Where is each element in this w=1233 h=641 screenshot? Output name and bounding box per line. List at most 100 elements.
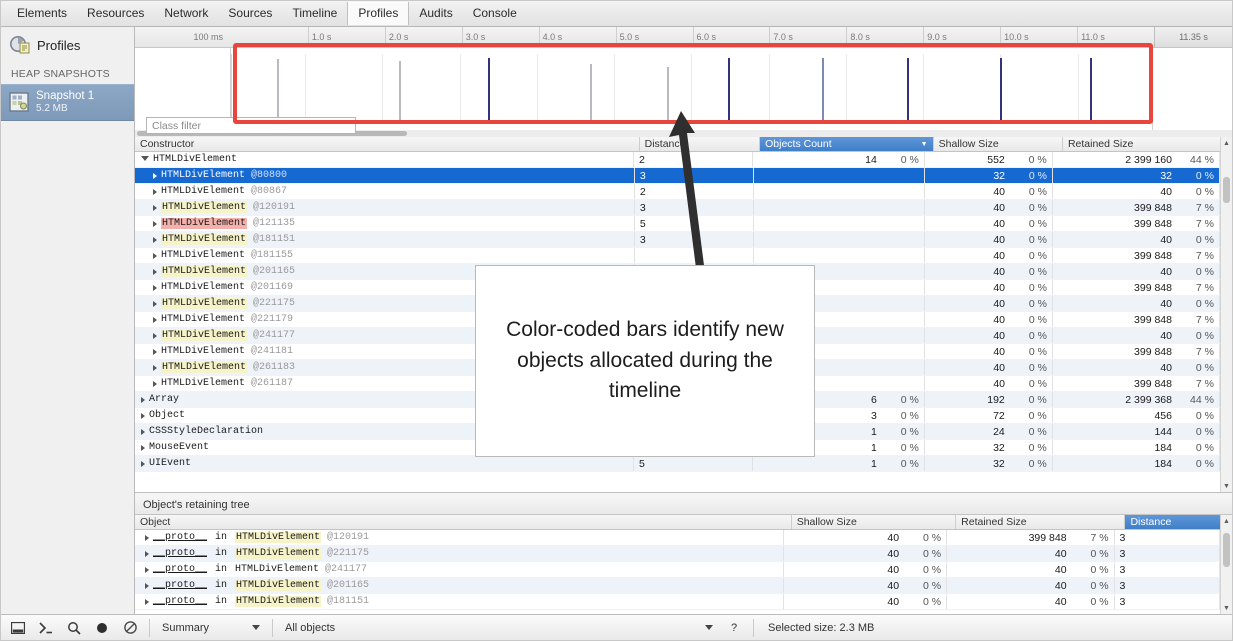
constructors-grid-header[interactable]: ConstructorDistanceObjects Count▼Shallow… <box>135 137 1232 152</box>
chevron-right-icon[interactable] <box>153 349 157 355</box>
retainer-object-cell[interactable]: __proto__inHTMLDivElement@221175 <box>135 546 784 561</box>
chevron-right-icon[interactable] <box>153 221 157 227</box>
allocation-bar[interactable] <box>277 59 279 121</box>
class-filter-input[interactable]: Class filter <box>146 117 356 134</box>
console-drawer-icon[interactable] <box>33 617 59 639</box>
column-header-retained-size[interactable]: Retained Size <box>1063 137 1232 151</box>
chevron-right-icon[interactable] <box>153 237 157 243</box>
scroll-down-icon[interactable]: ▼ <box>1221 480 1232 492</box>
column-header-shallow-size[interactable]: Shallow Size <box>934 137 1063 151</box>
chevron-right-icon[interactable] <box>153 317 157 323</box>
allocation-bar[interactable] <box>728 58 730 121</box>
retaining-tree-grid-body[interactable]: __proto__inHTMLDivElement@120191400 %399… <box>135 530 1220 614</box>
chevron-right-icon[interactable] <box>153 365 157 371</box>
chevron-right-icon[interactable] <box>153 269 157 275</box>
allocation-bar[interactable] <box>1090 58 1092 121</box>
chevron-right-icon[interactable] <box>153 285 157 291</box>
table-row[interactable]: HTMLDivElement@181155400 %399 8487 % <box>135 248 1220 264</box>
table-row[interactable]: __proto__inHTMLDivElement@241177400 %400… <box>135 562 1220 578</box>
tab-console[interactable]: Console <box>463 2 527 25</box>
chevron-right-icon[interactable] <box>145 535 149 541</box>
chevron-right-icon[interactable] <box>153 381 157 387</box>
constructor-cell[interactable]: HTMLDivElement <box>135 152 634 167</box>
chevron-right-icon[interactable] <box>141 397 145 403</box>
chevron-right-icon[interactable] <box>141 429 145 435</box>
chevron-right-icon[interactable] <box>153 301 157 307</box>
table-row[interactable]: UIEvent510 %320 %1840 % <box>135 456 1220 472</box>
allocation-bar[interactable] <box>488 58 490 121</box>
retainers-scrollbar-thumb[interactable] <box>1223 533 1230 567</box>
allocation-bar[interactable] <box>1000 58 1002 121</box>
view-mode-select[interactable]: Summary <box>156 618 266 638</box>
constructor-cell[interactable]: HTMLDivElement@181151 <box>135 232 635 247</box>
chevron-right-icon[interactable] <box>153 189 157 195</box>
tab-network[interactable]: Network <box>154 2 218 25</box>
table-row[interactable]: HTMLDivElement@808003320 %320 % <box>135 168 1220 184</box>
column-header-distance[interactable]: Distance▲ <box>1125 515 1232 529</box>
table-row[interactable]: HTMLDivElement@1201913400 %399 8487 % <box>135 200 1220 216</box>
clear-icon[interactable] <box>117 617 143 639</box>
column-header-constructor[interactable]: Constructor <box>135 137 640 151</box>
retaining-tree-grid[interactable]: ObjectShallow SizeRetained SizeDistance▲… <box>135 515 1232 614</box>
chevron-right-icon[interactable] <box>141 413 145 419</box>
scroll-down-icon[interactable]: ▼ <box>1221 602 1232 614</box>
tab-profiles[interactable]: Profiles <box>347 2 409 25</box>
chart-plot-area[interactable] <box>231 54 1152 121</box>
table-row[interactable]: __proto__inHTMLDivElement@221175400 %400… <box>135 546 1220 562</box>
table-row[interactable]: __proto__inHTMLDivElement@201165400 %400… <box>135 578 1220 594</box>
column-header-distance[interactable]: Distance <box>640 137 761 151</box>
constructors-vertical-scrollbar[interactable]: ▲ ▼ <box>1220 137 1232 492</box>
column-header-object[interactable]: Object <box>135 515 792 529</box>
chevron-right-icon[interactable] <box>145 599 149 605</box>
column-header-retained-size[interactable]: Retained Size <box>956 515 1125 529</box>
tab-timeline[interactable]: Timeline <box>282 2 347 25</box>
chevron-right-icon[interactable] <box>153 173 157 179</box>
retainer-object-cell[interactable]: __proto__inHTMLDivElement@181151 <box>135 594 784 609</box>
table-row[interactable]: HTMLDivElement@808672400 %400 % <box>135 184 1220 200</box>
tab-resources[interactable]: Resources <box>77 2 154 25</box>
constructor-cell[interactable]: HTMLDivElement@80867 <box>135 184 635 199</box>
table-row[interactable]: __proto__inHTMLDivElement@120191400 %399… <box>135 530 1220 546</box>
allocation-bar[interactable] <box>822 58 824 121</box>
allocation-bar[interactable] <box>667 67 669 121</box>
allocation-bar[interactable] <box>907 58 909 121</box>
retainer-object-cell[interactable]: __proto__inHTMLDivElement@201165 <box>135 578 784 593</box>
chevron-right-icon[interactable] <box>153 333 157 339</box>
object-filter-select[interactable]: All objects <box>279 618 719 638</box>
chevron-right-icon[interactable] <box>145 583 149 589</box>
retaining-tree-grid-header[interactable]: ObjectShallow SizeRetained SizeDistance▲ <box>135 515 1232 530</box>
table-row[interactable]: HTMLDivElement@1211355400 %399 8487 % <box>135 216 1220 232</box>
search-icon[interactable] <box>61 617 87 639</box>
constructor-cell[interactable]: HTMLDivElement@121135 <box>135 216 635 231</box>
allocation-bar[interactable] <box>399 61 401 121</box>
table-row[interactable]: HTMLDivElement2140 %5520 %2 399 16044 % <box>135 152 1220 168</box>
constructor-cell[interactable]: HTMLDivElement@120191 <box>135 200 635 215</box>
tab-sources[interactable]: Sources <box>218 2 282 25</box>
chevron-right-icon[interactable] <box>153 253 157 259</box>
constructor-cell[interactable]: UIEvent <box>135 456 634 471</box>
tab-audits[interactable]: Audits <box>409 2 462 25</box>
table-row[interactable]: __proto__inHTMLDivElement@181151400 %400… <box>135 594 1220 610</box>
help-button[interactable]: ? <box>721 617 747 639</box>
scroll-up-icon[interactable]: ▲ <box>1221 137 1232 149</box>
allocation-bar[interactable] <box>590 64 592 121</box>
chevron-right-icon[interactable] <box>145 551 149 557</box>
column-header-shallow-size[interactable]: Shallow Size <box>792 515 956 529</box>
record-icon[interactable] <box>89 617 115 639</box>
constructor-cell[interactable]: HTMLDivElement@80800 <box>135 168 635 183</box>
sidebar-item-snapshot-1[interactable]: Snapshot 1 5.2 MB <box>1 84 134 121</box>
scroll-up-icon[interactable]: ▲ <box>1221 515 1232 527</box>
retainer-object-cell[interactable]: __proto__inHTMLDivElement@241177 <box>135 562 784 577</box>
dock-panel-icon[interactable] <box>5 617 31 639</box>
tab-elements[interactable]: Elements <box>7 2 77 25</box>
retainer-object-cell[interactable]: __proto__inHTMLDivElement@120191 <box>135 530 784 545</box>
column-header-objects-count[interactable]: Objects Count▼ <box>760 137 933 151</box>
constructor-cell[interactable]: HTMLDivElement@181155 <box>135 248 635 263</box>
chevron-right-icon[interactable] <box>145 567 149 573</box>
retainers-vertical-scrollbar[interactable]: ▲ ▼ <box>1220 515 1232 614</box>
table-row[interactable]: HTMLDivElement@1811513400 %400 % <box>135 232 1220 248</box>
chevron-right-icon[interactable] <box>153 205 157 211</box>
chevron-down-icon[interactable] <box>141 156 149 164</box>
chevron-right-icon[interactable] <box>141 445 145 451</box>
constructors-scrollbar-thumb[interactable] <box>1223 177 1230 203</box>
